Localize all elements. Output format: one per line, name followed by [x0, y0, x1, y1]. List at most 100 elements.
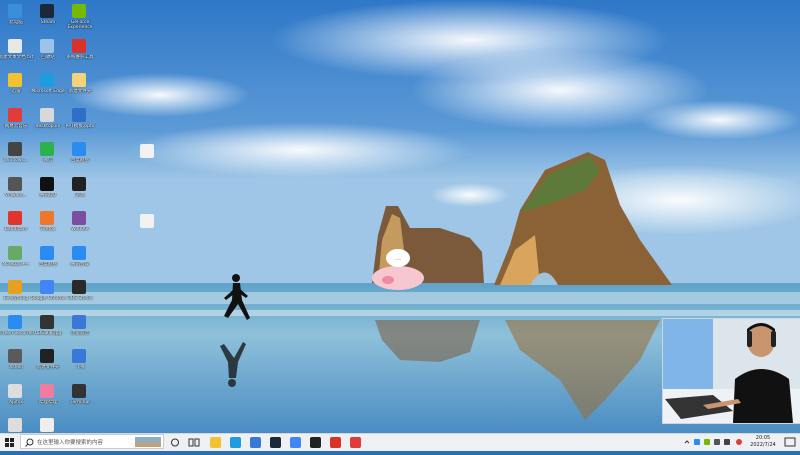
- desktop-icon-label: 迅雷影音: [71, 330, 89, 336]
- app-icon: [40, 73, 54, 87]
- clock-time: 20:05: [755, 435, 771, 441]
- desktop-icon-label: 新建文件夹: [68, 89, 92, 94]
- app-icon: [72, 142, 86, 156]
- app-icon: [40, 383, 54, 398]
- explorer-taskbar-icon[interactable]: [250, 437, 261, 448]
- app-icon: [40, 211, 54, 225]
- desktop-icon[interactable]: ZIP.zip: [0, 416, 32, 433]
- app-icon: [8, 245, 22, 260]
- obs-taskbar-icon[interactable]: [310, 437, 321, 448]
- desktop-icon[interactable]: OBS Studio: [64, 278, 96, 310]
- file-icon: [140, 144, 154, 158]
- desktop-icon[interactable]: Screen Recorder: [0, 313, 35, 345]
- webcam-overlay: [662, 318, 800, 424]
- app-icon: [8, 211, 22, 225]
- desktop-icon-label: 腾讯会议: [71, 261, 89, 267]
- app-icon: [8, 280, 22, 294]
- chevron-up-icon[interactable]: [684, 439, 690, 445]
- tray-clock[interactable]: 20:05 2022/7/24: [748, 435, 778, 449]
- desktop-icon[interactable]: Firefox: [32, 209, 64, 241]
- desktop-icon[interactable]: Windows...: [0, 140, 32, 172]
- app-icon: [8, 383, 22, 398]
- desktop-icon[interactable]: 百度网盘: [32, 244, 64, 276]
- desktop-icon[interactable]: 百度网盘: [64, 140, 96, 172]
- desktop-icon[interactable]: 回收站: [32, 37, 64, 69]
- app-icon: [72, 107, 86, 122]
- desktop-icon[interactable]: [132, 142, 164, 174]
- desktop-icon[interactable]: 游戏: [64, 175, 96, 207]
- notification-icon[interactable]: [784, 437, 796, 448]
- file-icon: [140, 214, 154, 228]
- desktop-icon[interactable]: Microsoft Edge: [31, 71, 65, 103]
- svg-text:…: …: [395, 255, 401, 262]
- desktop-icon[interactable]: 网易云音乐: [0, 106, 32, 138]
- desktop-icon[interactable]: 腾讯会议: [64, 244, 96, 276]
- webcam-person: [663, 319, 800, 423]
- desktop-icon[interactable]: VMware...: [0, 175, 32, 207]
- file-explorer-taskbar-icon[interactable]: [210, 437, 221, 448]
- desktop-icon[interactable]: Terminal: [64, 382, 96, 414]
- desktop-icon[interactable]: 迅雷: [0, 71, 32, 103]
- cortana-icon[interactable]: [170, 437, 180, 448]
- desktop-icon-label: 飞书: [75, 365, 85, 370]
- desktop-icon[interactable]: 新建文件夹: [64, 71, 96, 103]
- tray-app-icon[interactable]: [694, 439, 700, 445]
- clock-date: 2022/7/24: [750, 442, 776, 448]
- task-view-icon[interactable]: [188, 437, 200, 448]
- app-icon: [72, 245, 86, 260]
- app-icon: [72, 383, 86, 398]
- chrome-taskbar-icon[interactable]: [290, 437, 301, 448]
- app-icon: [72, 280, 86, 294]
- desktop-icon[interactable]: 腾讯QQ: [32, 175, 64, 207]
- desktop-icon-label: OBS Studio: [67, 296, 93, 301]
- app-icon: [40, 280, 54, 294]
- desktop-icon-label: 百度网盘: [71, 158, 89, 163]
- netease-music-taskbar-icon[interactable]: [350, 437, 361, 448]
- counter-strike-taskbar-icon[interactable]: [330, 437, 341, 448]
- app-icon: [40, 418, 54, 432]
- desktop-icon[interactable]: Xshell: [0, 347, 32, 379]
- desktop-icon[interactable]: PPT模板.pptx: [64, 106, 96, 138]
- ime-icon[interactable]: [736, 439, 742, 445]
- desktop-icon[interactable]: Google Chrome: [31, 278, 65, 310]
- app-icon: [8, 38, 22, 53]
- desktop-icon[interactable]: 新建文本文档.txt: [0, 37, 33, 69]
- desktop-icon[interactable]: desktop.ini: [32, 106, 64, 138]
- desktop-icon[interactable]: 飞书: [64, 347, 96, 379]
- desktop-icon[interactable]: 微信: [32, 140, 64, 172]
- app-icon: [8, 4, 22, 18]
- desktop-icon[interactable]: 哔哩哔哩: [32, 382, 64, 414]
- desktop-icon[interactable]: 系统维护工具: [64, 37, 96, 69]
- desktop-icon[interactable]: Everything: [0, 278, 32, 310]
- desktop-icon[interactable]: OBS录屏.jpg: [32, 313, 64, 345]
- taskbar-search-box[interactable]: 在这里输入你要搜索的内容: [20, 434, 164, 449]
- desktop-icon[interactable]: Notepad++: [0, 244, 32, 276]
- app-icon: [40, 4, 54, 18]
- app-icon: [8, 142, 22, 156]
- steam-taskbar-icon[interactable]: [270, 437, 281, 448]
- network-icon[interactable]: [714, 439, 720, 445]
- edge-taskbar-icon[interactable]: [230, 437, 241, 448]
- app-icon: [72, 211, 86, 225]
- app-icon: [8, 107, 22, 122]
- start-button[interactable]: [0, 434, 18, 451]
- desktop-icon[interactable]: 迅雷影音: [64, 313, 96, 345]
- app-icon: [40, 107, 54, 122]
- desktop-icon[interactable]: [132, 212, 164, 244]
- desktop-icon-label: PPT模板.pptx: [65, 123, 95, 129]
- app-icon: [72, 176, 86, 191]
- app-icon: [40, 38, 54, 53]
- desktop-icon-label: Terminal: [70, 399, 90, 405]
- desktop-icon[interactable]: 新建文件夹: [32, 347, 64, 379]
- desktop-icon[interactable]: 新建文本.txt: [32, 416, 64, 433]
- desktop-icon[interactable]: GeForce Experience: [64, 2, 96, 34]
- desktop-icon[interactable]: Bandicam: [0, 209, 32, 241]
- app-icon: [40, 176, 54, 191]
- desktop-icon[interactable]: WinRAR: [64, 209, 96, 241]
- nvidia-tray-icon[interactable]: [704, 439, 710, 445]
- desktop-icon[interactable]: 此电脑: [0, 2, 32, 34]
- desktop-icon[interactable]: Apifox: [0, 382, 32, 414]
- volume-icon[interactable]: [724, 439, 730, 445]
- app-icon: [40, 314, 54, 329]
- app-icon: [8, 176, 22, 191]
